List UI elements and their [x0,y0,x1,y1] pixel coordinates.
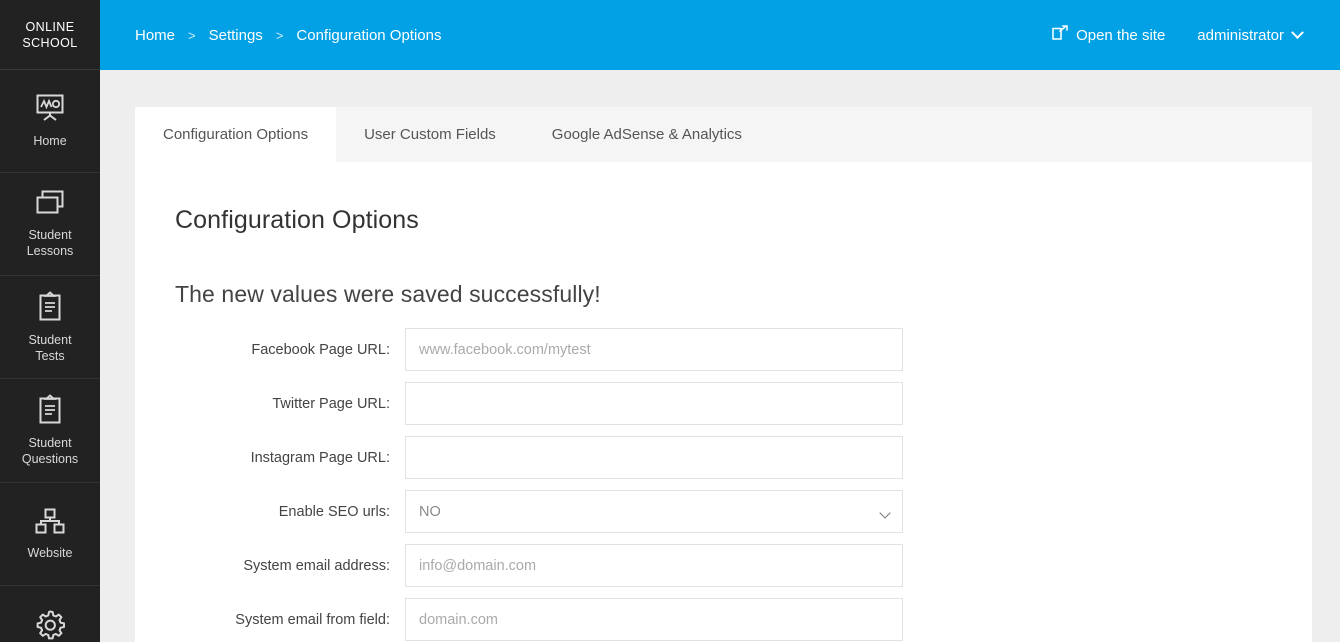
sidebar: ONLINE SCHOOL Home Student Lessons Stude… [0,0,100,642]
content-area: Configuration Options User Custom Fields… [100,70,1340,642]
sitemap-icon [34,508,66,536]
sidebar-item-website[interactable]: Website [0,483,100,586]
enable-seo-urls-label: Enable SEO urls: [278,503,390,520]
form-row-instagram-page-url: Instagram Page URL: [155,436,1292,479]
breadcrumb-item-home[interactable]: Home [135,27,175,44]
sidebar-item-student-tests[interactable]: Student Tests [0,276,100,379]
admin-menu-button[interactable]: administrator [1197,25,1304,44]
breadcrumb-item-configuration-options[interactable]: Configuration Options [296,27,441,44]
system-email-address-input[interactable] [405,544,903,587]
clipboard-icon [36,290,64,323]
brand-line-2: SCHOOL [22,35,78,50]
form-row-enable-seo-urls: Enable SEO urls: NO YES [155,490,1292,533]
form-row-system-email-address: System email address: [155,544,1292,587]
instagram-page-url-input[interactable] [405,436,903,479]
sidebar-item-label: Home [33,133,67,148]
open-site-button[interactable]: Open the site [1052,25,1165,45]
success-message: The new values were saved successfully! [175,281,601,307]
chevron-down-icon [1291,25,1304,39]
presentation-board-icon [34,94,66,124]
instagram-page-url-label: Instagram Page URL: [250,449,390,466]
system-email-from-field-input[interactable] [405,598,903,641]
sidebar-item-label: Student Questions [21,436,79,466]
system-email-address-label: System email address: [243,557,390,574]
enable-seo-urls-select[interactable]: NO YES [405,490,903,533]
brand-line-1: ONLINE [25,19,75,34]
sidebar-item-home[interactable]: Home [0,70,100,173]
breadcrumb-item-settings[interactable]: Settings [209,27,263,44]
tab-google-adsense-analytics[interactable]: Google AdSense & Analytics [524,107,770,162]
configuration-form: Facebook Page URL: Twitter Page URL: Ins… [155,328,1292,641]
tab-configuration-options[interactable]: Configuration Options [135,107,337,162]
gear-icon [34,609,66,641]
facebook-page-url-input[interactable] [405,328,903,371]
sidebar-item-student-lessons[interactable]: Student Lessons [0,173,100,276]
top-bar-actions: Open the site administrator [1052,0,1304,70]
breadcrumb: Home > Settings > Configuration Options [135,0,442,70]
clipboard-icon [36,394,64,426]
twitter-page-url-input[interactable] [405,382,903,425]
sidebar-item-label: Student Lessons [26,227,74,258]
form-row-facebook-page-url: Facebook Page URL: [155,328,1292,371]
page-title: Configuration Options [175,206,419,234]
content-panel: Configuration Options User Custom Fields… [135,107,1312,642]
system-email-from-field-label: System email from field: [235,611,390,628]
layers-icon [34,190,66,218]
sidebar-item-label: Website [27,545,73,560]
sidebar-item-settings[interactable]: Settings [0,586,100,642]
admin-page: ONLINE SCHOOL Home Student Lessons Stude… [0,0,1340,642]
tab-user-custom-fields[interactable]: User Custom Fields [336,107,524,162]
form-row-system-email-from-field: System email from field: [155,598,1292,641]
panel-body: Configuration Options The new values wer… [135,162,1312,641]
admin-menu-label: administrator [1197,26,1284,44]
enable-seo-urls-select-wrapper: NO YES [405,490,903,533]
twitter-page-url-label: Twitter Page URL: [272,395,390,412]
sidebar-item-student-questions[interactable]: Student Questions [0,379,100,483]
breadcrumb-separator: > [188,27,196,43]
open-site-label: Open the site [1076,26,1166,44]
facebook-page-url-label: Facebook Page URL: [251,341,390,358]
external-link-icon [1052,25,1068,45]
tab-bar: Configuration Options User Custom Fields… [135,107,1312,162]
breadcrumb-separator: > [275,27,284,43]
form-row-twitter-page-url: Twitter Page URL: [155,382,1292,425]
sidebar-item-label: Student Tests [28,332,72,363]
top-bar: Home > Settings > Configuration Options … [100,0,1340,70]
brand-logo[interactable]: ONLINE SCHOOL [0,0,100,70]
